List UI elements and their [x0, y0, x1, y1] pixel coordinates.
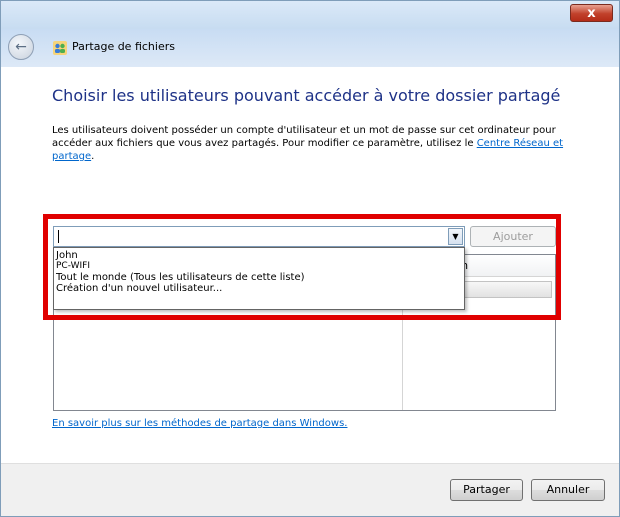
users-share-icon — [53, 41, 67, 55]
dropdown-item-everyone[interactable]: Tout le monde (Tous les utilisateurs de … — [54, 272, 464, 283]
file-sharing-window: x ← Partage de fichiers Choisir les util… — [0, 0, 620, 517]
cancel-button[interactable]: Annuler — [531, 479, 605, 501]
triangle-down-icon: ▼ — [452, 232, 459, 241]
user-combobox[interactable]: ▼ — [53, 226, 465, 247]
window-title: Partage de fichiers — [72, 40, 175, 53]
close-button[interactable]: x — [570, 4, 613, 22]
learn-more-link[interactable]: En savoir plus sur les méthodes de parta… — [52, 418, 347, 429]
main-content: Choisir les utilisateurs pouvant accéder… — [1, 67, 619, 463]
title-bar: x — [1, 1, 619, 29]
navigation-bar: ← Partage de fichiers — [1, 29, 619, 67]
share-button[interactable]: Partager — [450, 479, 523, 501]
dropdown-item-john[interactable]: John — [54, 250, 464, 261]
dropdown-toggle-button[interactable]: ▼ — [448, 228, 463, 245]
description: Les utilisateurs doivent posséder un com… — [52, 124, 567, 163]
back-button[interactable]: ← — [8, 34, 34, 60]
dropdown-item-pc-wifi[interactable]: PC-WIFI — [54, 261, 464, 272]
close-icon: x — [587, 6, 596, 21]
text-caret — [58, 230, 59, 243]
dropdown-item-new-user[interactable]: Création d'un nouvel utilisateur... — [54, 283, 464, 294]
back-arrow-icon: ← — [15, 39, 27, 55]
description-end: . — [91, 151, 95, 162]
page-heading: Choisir les utilisateurs pouvant accéder… — [52, 86, 561, 105]
footer-bar: Partager Annuler — [1, 463, 619, 516]
user-dropdown-list[interactable]: John PC-WIFI Tout le monde (Tous les uti… — [53, 247, 465, 310]
add-button[interactable]: Ajouter — [470, 226, 556, 247]
